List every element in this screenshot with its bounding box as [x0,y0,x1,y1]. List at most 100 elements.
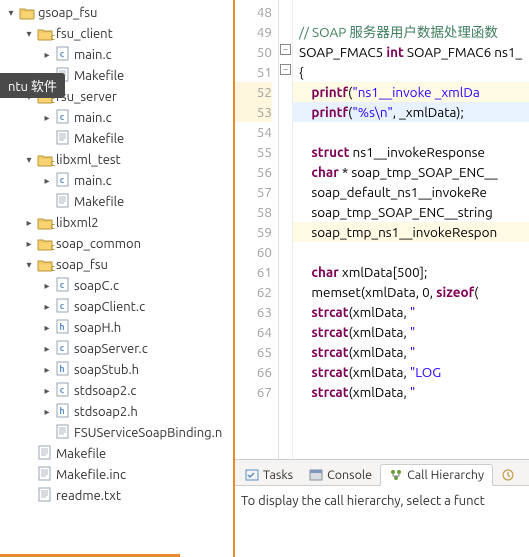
file-icon [56,130,70,148]
project-explorer[interactable]: ▾gsoap_fsu▾cfsu_client▸cmain.cMakefile▾c… [0,0,235,557]
svg-text:c: c [60,301,65,311]
expand-icon[interactable]: ▸ [40,300,54,314]
tree-item[interactable]: Makefile [0,65,233,86]
code-line[interactable] [293,242,529,262]
expand-icon[interactable]: ▸ [22,216,36,230]
code-editor[interactable]: 4849505152535455565758596061626364656667… [235,0,529,459]
panel-tabs: Tasks Console Call Hierarchy [235,460,529,486]
tab-tasks[interactable]: Tasks [237,465,301,485]
tree-item[interactable]: ▾csoap_fsu [0,254,233,275]
svg-text:c: c [60,280,65,290]
tree-item[interactable]: ▸clibxml2 [0,212,233,233]
expand-icon[interactable]: ▸ [40,321,54,335]
tree-item[interactable]: ▸hstdsoap2.h [0,401,233,422]
tree-item[interactable]: Makefile [0,128,233,149]
tree-item[interactable]: Makefile [0,191,233,212]
fold-marker[interactable]: − [280,64,291,75]
tab-label: Tasks [263,468,293,482]
tree-item[interactable]: ▾cfsu_client [0,23,233,44]
tree-item[interactable]: ▸csoapServer.c [0,338,233,359]
code-line[interactable]: strcat(xmlData, "LOG [293,362,529,382]
tree-label: main.c [74,174,112,188]
code-line[interactable]: strcat(xmlData, " [293,342,529,362]
code-line[interactable] [293,2,529,22]
collapse-icon[interactable]: ▾ [22,153,36,167]
tab-console[interactable]: Console [301,465,380,485]
expand-icon[interactable]: ▸ [40,384,54,398]
code-line[interactable]: printf("%s\n", _xmlData); [293,102,529,122]
tree-item[interactable]: ▸ c main.c [0,170,233,191]
fold-column[interactable]: − − [279,0,293,459]
collapse-icon[interactable]: ▾ [22,90,36,104]
code-line[interactable]: soap_tmp_SOAP_ENC__string [293,202,529,222]
code-line[interactable]: printf("ns1__invoke _xmlDa [293,82,529,102]
code-line[interactable]: strcat(xmlData, " [293,322,529,342]
tree-label: main.c [74,111,112,125]
tree-label: soapClient.c [74,300,145,314]
folder-icon: c [37,216,53,230]
tree-item[interactable]: Makefile.inc [0,464,233,485]
file-tree[interactable]: ▾gsoap_fsu▾cfsu_client▸cmain.cMakefile▾c… [0,0,233,508]
line-gutter[interactable]: 4849505152535455565758596061626364656667 [235,0,279,459]
tree-item[interactable]: ▸hsoapH.h [0,317,233,338]
panel-body: To display the call hierarchy, select a … [235,486,529,516]
collapse-icon[interactable]: ▾ [4,6,18,20]
code-line[interactable]: strcat(xmlData, " [293,382,529,402]
tree-item[interactable]: readme.txt [0,485,233,506]
collapse-icon[interactable]: ▾ [22,27,36,41]
tab-call-hierarchy[interactable]: Call Hierarchy [380,464,493,486]
tree-item[interactable]: ▸cmain.c [0,44,233,65]
code-line[interactable]: soap_default_ns1__invokeRe [293,182,529,202]
code-line[interactable]: char xmlData[500]; [293,262,529,282]
tree-item[interactable]: ▸cmain.c [0,107,233,128]
call-hierarchy-icon [389,468,403,482]
tree-item[interactable]: Makefile [0,443,233,464]
tree-item[interactable]: ▸csoap_common [0,233,233,254]
code-line[interactable]: // SOAP 服务器用户数据处理函数 [293,22,529,42]
code-area[interactable]: // SOAP 服务器用户数据处理函数SOAP_FMAC5 int SOAP_F… [293,0,529,459]
tree-item[interactable]: ▸csoapC.c [0,275,233,296]
tree-item[interactable]: ▾gsoap_fsu [0,2,233,23]
tree-label: soapServer.c [74,342,148,356]
tree-label: soapStub.h [74,363,139,377]
file-icon [56,67,70,85]
folder-icon [19,6,35,20]
main-area: 4849505152535455565758596061626364656667… [235,0,529,557]
expand-icon[interactable]: ▸ [22,237,36,251]
c-file-icon: c [56,382,70,400]
tree-item[interactable]: ▾clibxml_test [0,149,233,170]
code-line[interactable]: memset(xmlData, 0, sizeof( [293,282,529,302]
expand-icon[interactable]: ▸ [40,363,54,377]
expand-icon[interactable]: ▸ [40,405,54,419]
tree-item[interactable]: FSUServiceSoapBinding.n [0,422,233,443]
code-line[interactable]: soap_tmp_ns1__invokeRespon [293,222,529,242]
file-icon [56,193,70,211]
tree-label: fsu_client [56,27,113,41]
svg-text:c: c [60,175,65,185]
svg-text:c: c [60,385,65,395]
code-line[interactable]: strcat(xmlData, " [293,302,529,322]
tree-item[interactable]: ▸ c soapClient.c [0,296,233,317]
code-line[interactable]: SOAP_FMAC5 int SOAP_FMAC6 ns1_ [293,42,529,62]
tree-item[interactable]: ▾cfsu_server [0,86,233,107]
code-line[interactable]: char * soap_tmp_SOAP_ENC__ [293,162,529,182]
expand-icon[interactable]: ▸ [40,174,54,188]
tree-label: readme.txt [56,489,121,503]
code-line[interactable]: { [293,62,529,82]
tab-more[interactable] [493,465,523,485]
collapse-icon[interactable]: ▾ [22,258,36,272]
tree-label: Makefile [74,69,124,83]
h-file-icon: h [56,361,70,379]
fold-marker[interactable]: − [280,44,291,55]
expand-icon[interactable]: ▸ [40,342,54,356]
code-line[interactable]: struct ns1__invokeResponse [293,142,529,162]
code-line[interactable] [293,122,529,142]
tree-item[interactable]: ▸h soapStub.h [0,359,233,380]
folder-icon: c [37,153,53,167]
tasks-icon [245,468,259,482]
expand-icon[interactable]: ▸ [40,111,54,125]
expand-icon[interactable]: ▸ [40,48,54,62]
expand-icon[interactable]: ▸ [40,279,54,293]
tree-item[interactable]: ▸cstdsoap2.c [0,380,233,401]
svg-text:h: h [59,406,64,416]
